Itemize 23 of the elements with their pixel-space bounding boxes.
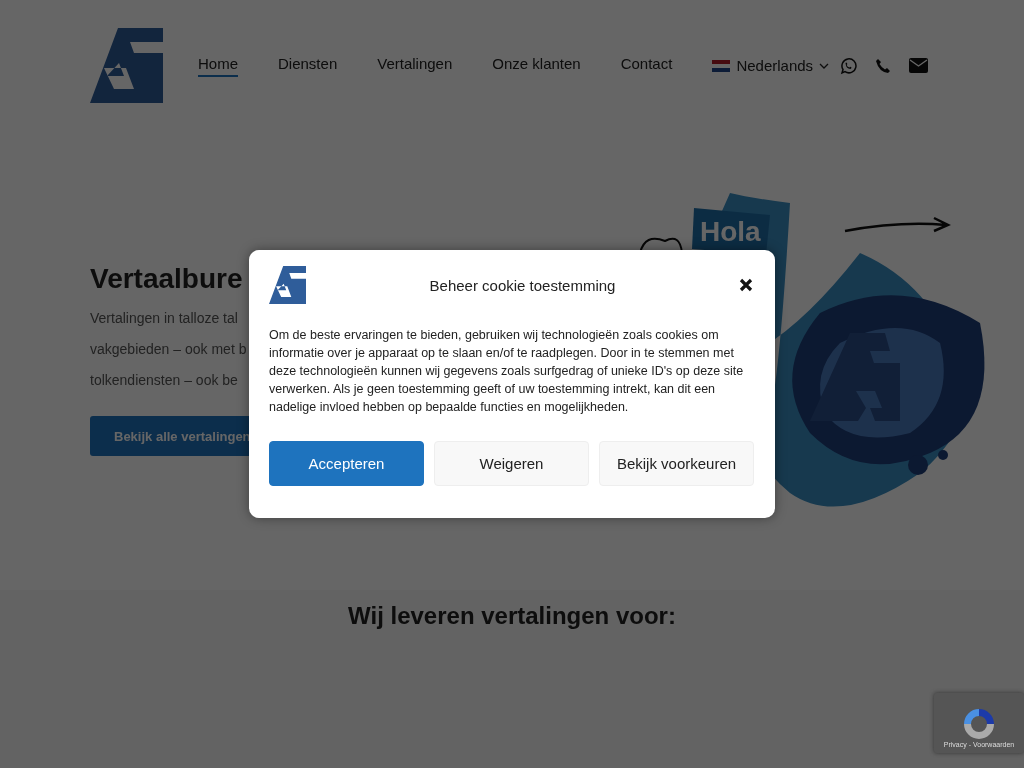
language-selector[interactable]: Nederlands [736, 57, 814, 74]
section-heading: Wij leveren vertalingen voor: [348, 602, 676, 631]
flag-icon [712, 59, 731, 72]
company-logo [269, 266, 306, 304]
nav-link[interactable]: Onze klanten [492, 54, 581, 77]
nav-link[interactable]: Home [198, 54, 238, 77]
nav-link[interactable]: Vertalingen [377, 54, 453, 77]
dialog-title: Beheer cookie toestemming [429, 276, 616, 294]
nav-link[interactable]: Contact [620, 54, 673, 77]
whatsapp-icon[interactable] [839, 56, 858, 75]
mail-icon[interactable] [909, 58, 929, 73]
consent-button[interactable]: Accepteren [269, 441, 424, 486]
consent-button[interactable]: Bekijk voorkeuren [599, 441, 754, 486]
consent-button[interactable]: Weigeren [434, 441, 589, 486]
hero-title: Vertaalbure [90, 263, 244, 295]
phone-icon[interactable] [875, 57, 892, 74]
tag-text: Hola [700, 216, 761, 247]
hero-text: Vertalingen in talloze tal [90, 309, 239, 328]
recaptcha-icon [961, 707, 997, 741]
dialog-text: Om de beste ervaringen te bieden, gebruiken wij technologieën zoals cookies om informatie over je apparaat op te slaan en/of te raadplegen. Door in te stemmen met deze technologieën kunnen wij gegevens zoals surfgedrag of unieke ID's op deze site verwerken. Als je geen toestemming geeft of uw toestemming intrekt, kan dit een nadelige invloed hebben op bepaalde functies en mogelijkheden. [269, 327, 745, 416]
close-icon[interactable] [739, 278, 753, 292]
nav-link[interactable]: Diensten [278, 54, 338, 77]
chevron-down-icon[interactable] [819, 62, 830, 69]
